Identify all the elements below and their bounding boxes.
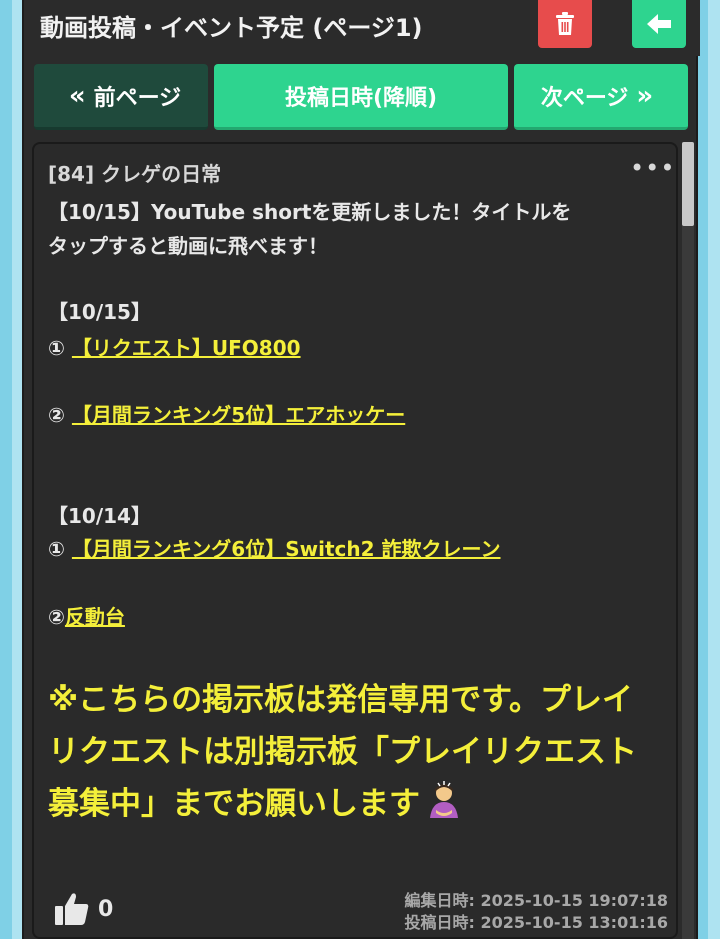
double-chevron-right-icon: » <box>636 80 654 111</box>
person-bowing-emoji-icon <box>430 781 458 818</box>
list-item: ① 【リクエスト】UFO800 <box>48 332 301 361</box>
prev-page-button[interactable]: « 前ページ <box>34 64 208 130</box>
double-chevron-left-icon: « <box>68 80 86 111</box>
more-dots-icon[interactable]: ••• <box>630 154 675 182</box>
date-heading-2: 【10/14】 <box>48 504 151 528</box>
video-link-3[interactable]: 【月間ランキング6位】Switch2 詐欺クレーン <box>72 537 501 561</box>
page-title: 動画投稿・イベント予定 (ページ1) <box>40 14 423 42</box>
list-item: ① 【月間ランキング6位】Switch2 詐欺クレーン <box>48 533 501 562</box>
delete-button[interactable] <box>538 0 592 48</box>
notice-text: ※こちらの掲示板は発信専用です。プレイリクエストは別掲示板「プレイリクエスト募集… <box>48 674 648 830</box>
video-link-1[interactable]: 【リクエスト】UFO800 <box>72 336 301 360</box>
post-card: [84] クレゲの日常 ••• 【10/15】YouTube shortを更新し… <box>32 142 678 939</box>
notice-body: ※こちらの掲示板は発信専用です。プレイリクエストは別掲示板「プレイリクエスト募集… <box>48 682 637 822</box>
posted-timestamp: 投稿日時: 2025-10-15 13:01:16 <box>404 913 668 932</box>
thumbs-up-icon <box>55 893 89 925</box>
video-link-2[interactable]: 【月間ランキング5位】エアホッケー <box>72 403 405 427</box>
app-frame: 動画投稿・イベント予定 (ページ1) « 前ページ 投稿日時(降順) 次ページ … <box>22 0 700 939</box>
post-title: [84] クレゲの日常 <box>48 162 222 186</box>
list-item: ② 【月間ランキング5位】エアホッケー <box>48 399 405 428</box>
date-heading-1: 【10/15】 <box>48 300 151 324</box>
like-count: 0 <box>98 896 114 922</box>
list-item: ②反動台 <box>48 601 125 630</box>
item-number: ① <box>48 537 65 561</box>
item-number: ② <box>48 403 65 427</box>
post-intro-line2: タップすると動画に飛べます！ <box>48 234 328 258</box>
post-intro-line1: 【10/15】YouTube shortを更新しました！タイトルを <box>48 200 572 224</box>
next-page-button[interactable]: 次ページ » <box>514 64 688 130</box>
pagination-bar: « 前ページ 投稿日時(降順) 次ページ » <box>34 64 688 132</box>
prev-page-label: 前ページ <box>93 85 182 111</box>
sort-label: 投稿日時(降順) <box>284 85 438 111</box>
next-page-label: 次ページ <box>540 85 629 111</box>
scrollbar-thumb[interactable] <box>682 142 694 226</box>
trash-icon <box>556 12 574 35</box>
video-link-4[interactable]: 反動台 <box>65 605 125 629</box>
header: 動画投稿・イベント予定 (ページ1) <box>24 0 700 56</box>
item-number: ② <box>48 605 65 629</box>
edited-timestamp: 編集日時: 2025-10-15 19:07:18 <box>404 891 668 910</box>
back-button[interactable] <box>632 0 686 48</box>
scrollbar[interactable] <box>682 142 694 939</box>
arrow-left-icon <box>647 14 671 34</box>
post-timestamps: 編集日時: 2025-10-15 19:07:18 投稿日時: 2025-10-… <box>405 890 668 934</box>
item-number: ① <box>48 336 65 360</box>
like-button[interactable]: 0 <box>54 892 113 926</box>
sort-button[interactable]: 投稿日時(降順) <box>214 64 508 130</box>
